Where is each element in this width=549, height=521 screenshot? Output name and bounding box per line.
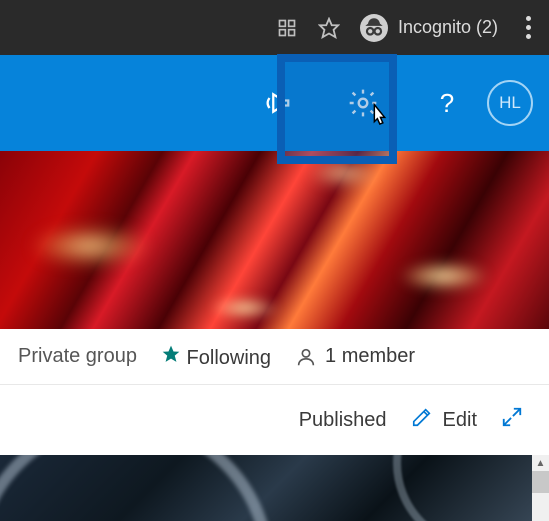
privacy-label: Private group [18,345,137,368]
star-icon [161,347,187,369]
megaphone-icon[interactable] [253,79,301,127]
cursor-pointer-icon [363,101,393,140]
member-count: 1 member [325,345,415,368]
scrollbar-thumb[interactable] [532,471,549,493]
pencil-icon [411,406,433,434]
incognito-label: Incognito (2) [398,17,498,38]
following-label: Following [187,347,271,369]
person-icon [295,346,317,368]
page-content-image [0,455,549,521]
members-button[interactable]: 1 member [295,345,415,368]
incognito-icon [360,14,388,42]
settings-button[interactable] [329,79,397,127]
vertical-scrollbar[interactable]: ▲ [532,455,549,521]
browser-menu-icon[interactable] [518,16,539,39]
user-initials: HL [499,93,521,113]
group-info-bar: Private group Following 1 member [0,329,549,385]
page-action-bar: Published Edit [0,385,549,455]
expand-icon [501,406,523,428]
incognito-indicator[interactable]: Incognito (2) [360,14,498,42]
hero-banner-image [0,151,549,329]
help-button[interactable]: ? [423,79,471,127]
scroll-up-arrow-icon[interactable]: ▲ [532,455,549,471]
follow-button[interactable]: Following [161,344,271,370]
user-avatar-button[interactable]: HL [487,80,533,126]
browser-bar: Incognito (2) [0,0,549,55]
extensions-icon[interactable] [276,17,298,39]
app-header: ? HL [0,55,549,151]
help-label: ? [440,88,454,119]
publish-status: Published [299,409,387,432]
expand-button[interactable] [501,406,523,434]
edit-label: Edit [443,409,477,432]
bookmark-star-icon[interactable] [318,17,340,39]
edit-button[interactable]: Edit [411,406,477,434]
